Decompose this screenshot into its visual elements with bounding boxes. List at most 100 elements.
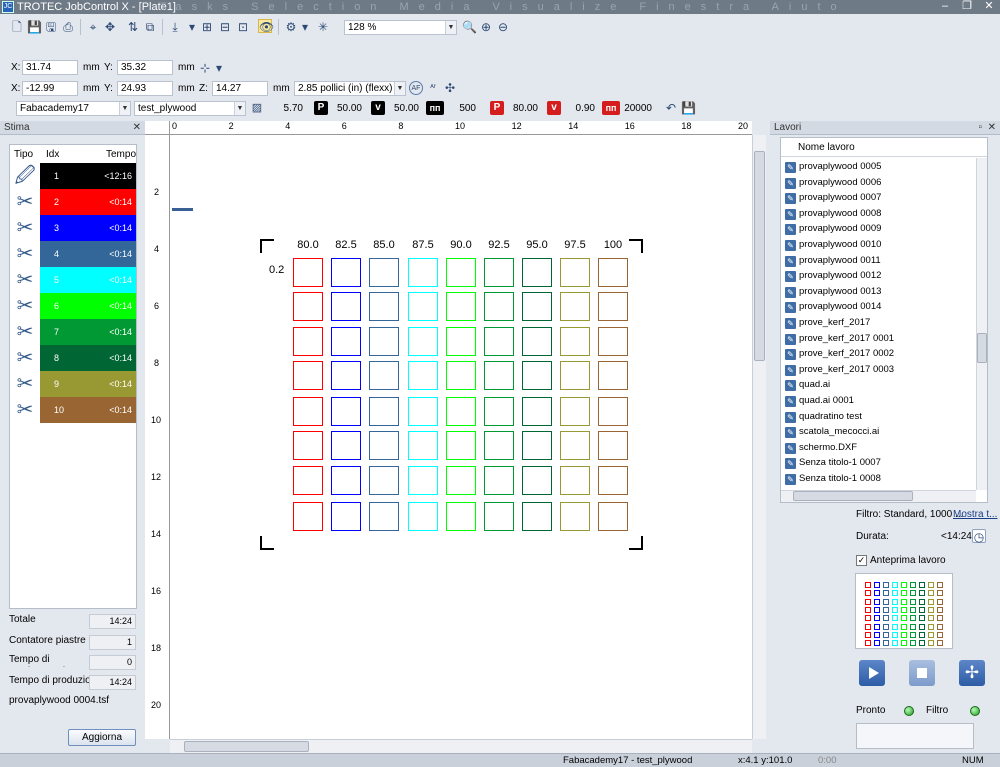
stima-row[interactable]: ✂ 7 <0:14	[10, 319, 136, 345]
test-square[interactable]	[484, 292, 514, 321]
test-square[interactable]	[598, 466, 628, 495]
job-list-item[interactable]: ✎ provaplywood 0011	[785, 253, 973, 268]
show-all-link[interactable]: Mostra t...	[953, 507, 997, 522]
test-square[interactable]	[446, 292, 476, 321]
test-square[interactable]	[331, 431, 361, 460]
test-square[interactable]	[408, 397, 438, 426]
pos-y-field[interactable]: 35.32	[117, 60, 173, 75]
job-list-hscroll-thumb[interactable]	[793, 491, 913, 501]
test-square[interactable]	[598, 292, 628, 321]
close-icon[interactable]: ✕	[978, 0, 1000, 14]
job-list-item[interactable]: ✎ quad.ai 0001	[785, 393, 973, 408]
settings-dropdown-icon[interactable]: ▾	[298, 20, 312, 34]
test-square[interactable]	[293, 466, 323, 495]
job-list-item[interactable]: ✎ provaplywood 0013	[785, 284, 973, 299]
laser-settings-icon[interactable]: ✳	[316, 20, 330, 34]
hscroll-thumb[interactable]	[184, 741, 309, 752]
test-square[interactable]	[408, 502, 438, 531]
canvas-vertical-scrollbar[interactable]	[752, 135, 766, 739]
test-square[interactable]	[522, 502, 552, 531]
test-square[interactable]	[560, 258, 590, 287]
test-square[interactable]	[484, 431, 514, 460]
test-square[interactable]	[408, 292, 438, 321]
stima-row[interactable]: ✂ 4 <0:14	[10, 241, 136, 267]
cut-power-value[interactable]: 80.00	[508, 101, 538, 116]
test-square[interactable]	[560, 431, 590, 460]
test-square[interactable]	[560, 327, 590, 356]
test-square[interactable]	[408, 361, 438, 390]
test-square[interactable]	[522, 292, 552, 321]
test-square[interactable]	[522, 327, 552, 356]
test-square[interactable]	[369, 327, 399, 356]
test-square[interactable]	[560, 361, 590, 390]
job-list-item[interactable]: ✎ Senza titolo-1 0008	[785, 471, 973, 486]
save-icon[interactable]: 💾	[27, 20, 42, 34]
test-square[interactable]	[598, 361, 628, 390]
job-list-item[interactable]: ✎ quadratino test	[785, 409, 973, 424]
test-square[interactable]	[369, 258, 399, 287]
arrange-icon[interactable]: ⊟	[218, 20, 232, 34]
distribute-icon[interactable]: ⊡	[236, 20, 250, 34]
test-square[interactable]	[331, 258, 361, 287]
crosshair-icon[interactable]: ⌖	[86, 20, 100, 34]
test-square[interactable]	[522, 466, 552, 495]
test-square[interactable]	[598, 327, 628, 356]
stima-row[interactable]: ✂ 2 <0:14	[10, 189, 136, 215]
job-list-item[interactable]: ✎ prove_kerf_2017 0001	[785, 331, 973, 346]
test-square[interactable]	[484, 502, 514, 531]
test-square[interactable]	[598, 502, 628, 531]
test-square[interactable]	[408, 466, 438, 495]
copy-icon[interactable]: ⧉	[143, 20, 157, 34]
sort-icon[interactable]: ⇅	[126, 20, 140, 34]
aggiorna-button[interactable]: Aggiorna	[68, 729, 136, 746]
job-list-vscroll[interactable]	[976, 158, 987, 490]
test-square[interactable]	[331, 292, 361, 321]
stima-row[interactable]: ✂ 10 <0:14	[10, 397, 136, 423]
test-square[interactable]	[446, 431, 476, 460]
test-square[interactable]	[484, 258, 514, 287]
test-square[interactable]	[446, 258, 476, 287]
preview-checkbox[interactable]: ✓	[856, 555, 867, 566]
test-square[interactable]	[331, 327, 361, 356]
zoom-fit-icon[interactable]: 🔍	[462, 20, 477, 34]
test-square[interactable]	[598, 397, 628, 426]
job-list-item[interactable]: ✎ scatola_mecocci.ai	[785, 424, 973, 439]
test-square[interactable]	[484, 361, 514, 390]
zoom-in-icon[interactable]: ⊕	[479, 20, 493, 34]
move-icon[interactable]: ✥	[103, 20, 117, 34]
job-list-item[interactable]: ✎ prove_kerf_2017 0002	[785, 346, 973, 361]
canvas-horizontal-scrollbar[interactable]	[170, 739, 752, 753]
focus-offset-icon[interactable]: ᴬᶠ	[426, 81, 440, 95]
stima-row[interactable]: ✂ 5 <0:14	[10, 267, 136, 293]
test-square[interactable]	[598, 431, 628, 460]
save-as-icon[interactable]: 🖫	[44, 20, 58, 34]
lavori-close-icon[interactable]: ✕	[988, 121, 996, 135]
autofocus-icon[interactable]: AF	[409, 81, 423, 95]
test-square[interactable]	[408, 327, 438, 356]
test-square[interactable]	[369, 431, 399, 460]
job-list-item[interactable]: ✎ provaplywood 0005	[785, 159, 973, 174]
job-list-vscroll-thumb[interactable]	[977, 333, 987, 363]
reference-dropdown-icon[interactable]: ▾	[212, 61, 226, 75]
import-icon[interactable]: ⤓	[168, 20, 182, 34]
test-square[interactable]	[522, 361, 552, 390]
test-square[interactable]	[331, 361, 361, 390]
job-list-hscroll[interactable]	[781, 490, 976, 502]
test-square[interactable]	[293, 361, 323, 390]
size-y-field[interactable]: 24.93	[117, 81, 173, 96]
stop-job-button[interactable]	[909, 660, 935, 686]
settings-gear-icon[interactable]: ⚙	[284, 20, 298, 34]
job-list-item[interactable]: ✎ provaplywood 0008	[785, 206, 973, 221]
job-list-item[interactable]: ✎ provaplywood 0009	[785, 221, 973, 236]
stima-row[interactable]: ✂ 8 <0:14	[10, 345, 136, 371]
job-list-item[interactable]: ✎ schermo.DXF	[785, 440, 973, 455]
engrave-power-value[interactable]: 50.00	[332, 101, 362, 116]
test-square[interactable]	[484, 327, 514, 356]
test-square[interactable]	[331, 502, 361, 531]
menu-bar[interactable]: Tasks Selection Media Visualize Finestra…	[160, 0, 847, 14]
dropdown-icon[interactable]: ▾	[185, 20, 199, 34]
test-square[interactable]	[446, 466, 476, 495]
reference-point-icon[interactable]: ⊹	[198, 61, 212, 75]
size-z-field[interactable]: 14.27	[212, 81, 268, 96]
test-square[interactable]	[560, 502, 590, 531]
